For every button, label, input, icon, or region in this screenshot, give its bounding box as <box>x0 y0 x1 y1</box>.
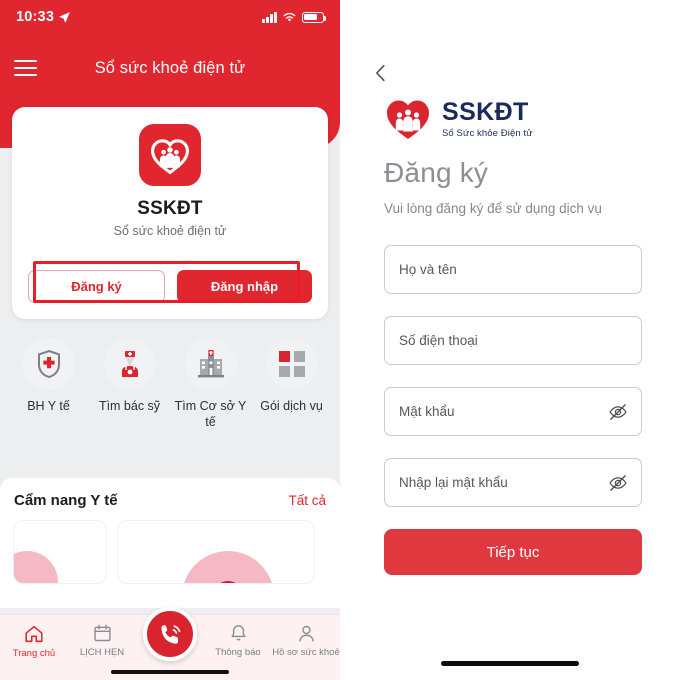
hamburger-menu-icon[interactable] <box>14 59 38 77</box>
tab-label: Thông báo <box>215 647 261 658</box>
sskdt-heart-family-app-icon <box>139 124 201 186</box>
brand-name: SSKĐT <box>442 97 529 126</box>
quick-action-label: Tìm Cơ sở Y tế <box>174 399 247 429</box>
quick-action-tim-co-so-y-te[interactable]: Tìm Cơ sở Y tế <box>175 338 247 430</box>
decorative-blob <box>182 551 274 583</box>
quick-action-label: Tìm bác sỹ <box>98 399 161 413</box>
eye-off-icon[interactable] <box>608 402 628 422</box>
health-guide-title: Cẩm nang Y tế <box>14 492 118 509</box>
register-button[interactable]: Đăng ký <box>28 270 165 303</box>
app-subtitle: Sổ sức khoẻ điện tử <box>113 224 227 238</box>
home-indicator <box>441 661 579 666</box>
health-guide-header: Cẩm nang Y tế Tất cả <box>14 492 326 509</box>
tab-trang-chu[interactable]: Trang chủ <box>0 623 68 659</box>
screenshot-root: 10:33 Sổ sức khoẻ điện tử SSKĐT Sổ sức k… <box>0 0 680 680</box>
top-navbar: Sổ sức khoẻ điện tử <box>0 44 340 92</box>
register-form: Họ và tên Số điện thoại Mật khẩu Nhập lạ… <box>384 245 642 575</box>
wifi-icon <box>283 12 296 21</box>
grid-squares-icon <box>265 338 318 390</box>
left-phone-screen: 10:33 Sổ sức khoẻ điện tử SSKĐT Sổ sức k… <box>0 0 340 680</box>
see-all-link[interactable]: Tất cả <box>288 493 326 508</box>
status-bar-indicators <box>262 11 327 23</box>
auth-card: SSKĐT Sổ sức khoẻ điện tử Đăng ký Đăng n… <box>12 107 328 319</box>
chevron-left-icon[interactable] <box>370 62 392 84</box>
tab-label: Trang chủ <box>12 648 56 659</box>
tab-ho-so-suc-khoe[interactable]: Hồ sơ sức khoẻ <box>272 623 340 658</box>
guide-card[interactable] <box>14 521 106 583</box>
quick-action-label: BH Y tế <box>27 399 70 413</box>
guide-card[interactable] <box>118 521 314 583</box>
page-title: Sổ sức khoẻ điện tử <box>94 58 246 77</box>
fullname-field[interactable]: Họ và tên <box>384 245 642 294</box>
status-bar-time-group: 10:33 <box>16 9 71 25</box>
hospital-icon <box>184 338 237 390</box>
status-bar-time: 10:33 <box>16 9 55 25</box>
bell-icon <box>231 625 245 641</box>
quick-action-label: Gói dịch vụ <box>260 399 323 413</box>
register-page-title: Đăng ký <box>384 157 489 188</box>
home-indicator <box>111 669 229 674</box>
password-placeholder: Mật khẩu <box>399 404 455 419</box>
sskdt-heart-family-logo <box>387 100 429 139</box>
brand-text-group: SSKĐT Sổ Sức khỏe Điện tử <box>442 97 533 139</box>
quick-action-tim-bac-sy[interactable]: Tìm bác sỹ <box>94 338 166 430</box>
phone-placeholder: Số điện thoại <box>399 333 478 348</box>
person-icon <box>298 625 314 642</box>
status-bar: 10:33 <box>0 0 340 34</box>
phone-field[interactable]: Số điện thoại <box>384 316 642 365</box>
confirm-password-placeholder: Nhập lại mật khẩu <box>399 475 508 490</box>
battery-icon <box>302 11 327 23</box>
health-guide-cards <box>14 521 326 583</box>
tab-lich-hen[interactable]: LỊCH HẸN <box>68 623 136 658</box>
shield-red-cross-icon <box>22 338 75 390</box>
quick-action-goi-dich-vu[interactable]: Gói dịch vụ <box>256 338 328 430</box>
confirm-password-field[interactable]: Nhập lại mật khẩu <box>384 458 642 507</box>
brand-logo: SSKĐT Sổ Sức khỏe Điện tử <box>384 96 533 142</box>
tab-label: LỊCH HẸN <box>79 647 125 658</box>
home-icon <box>25 625 43 643</box>
fullname-placeholder: Họ và tên <box>399 262 457 277</box>
brand-tagline: Sổ Sức khỏe Điện tử <box>442 127 533 139</box>
auth-button-group: Đăng ký Đăng nhập <box>28 270 312 303</box>
continue-button[interactable]: Tiếp tục <box>384 529 642 575</box>
calendar-icon <box>93 624 111 642</box>
register-page-subtitle: Vui lòng đăng ký để sử dụng dịch vụ <box>384 201 602 216</box>
quick-actions-row: BH Y tế Tìm bác sỹ Tìm Cơ sở Y tế Gói dị… <box>0 338 340 430</box>
cellular-signal-icon <box>262 11 277 23</box>
app-name: SSKĐT <box>137 198 203 219</box>
tab-thong-bao[interactable]: Thông báo <box>204 623 272 658</box>
health-guide-panel: Cẩm nang Y tế Tất cả <box>0 478 340 608</box>
doctor-icon <box>103 338 156 390</box>
login-button[interactable]: Đăng nhập <box>177 270 312 303</box>
eye-off-icon[interactable] <box>608 473 628 493</box>
tab-label: Hồ sơ sức khoẻ <box>272 647 340 658</box>
decorative-blob <box>14 551 58 583</box>
phone-call-icon[interactable] <box>143 607 197 661</box>
quick-action-bh-y-te[interactable]: BH Y tế <box>13 338 85 430</box>
password-field[interactable]: Mật khẩu <box>384 387 642 436</box>
right-phone-screen: SSKĐT Sổ Sức khỏe Điện tử Đăng ký Vui lò… <box>340 0 680 680</box>
location-arrow-icon <box>59 11 71 23</box>
